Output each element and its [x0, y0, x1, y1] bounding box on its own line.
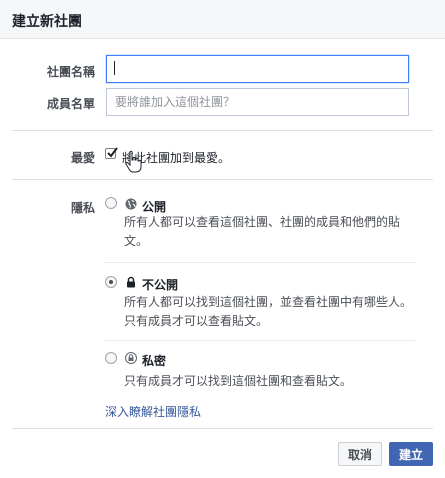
- footer-divider: [12, 428, 433, 429]
- check-icon: [107, 147, 118, 158]
- option-desc-public: 所有人都可以查看這個社團、社團的成員和他們的貼文。: [124, 215, 401, 248]
- members-label: 成員名單: [46, 97, 95, 111]
- favorite-checkbox[interactable]: [105, 147, 118, 159]
- create-button[interactable]: 建立: [389, 442, 433, 466]
- secret-lock-icon: [125, 352, 137, 364]
- dialog-header: 建立新社團: [0, 0, 445, 39]
- section-divider: [12, 179, 433, 180]
- option-desc-closed: 所有人都可以找到這個社團，並查看社團中有哪些人。只有成員才可以查看貼文。: [124, 295, 413, 328]
- option-divider: [105, 340, 415, 341]
- globe-icon: [125, 198, 137, 210]
- members-input[interactable]: [106, 88, 409, 116]
- dialog-title: 建立新社團: [12, 14, 82, 30]
- radio-closed[interactable]: [105, 276, 117, 288]
- section-divider: [12, 130, 433, 131]
- learn-privacy-link[interactable]: 深入瞭解社團隱私: [105, 403, 201, 420]
- favorite-label: 最愛: [70, 151, 95, 165]
- option-title-closed: 不公開: [142, 278, 179, 292]
- radio-secret[interactable]: [105, 352, 117, 364]
- radio-public[interactable]: [105, 197, 117, 209]
- option-divider: [105, 262, 415, 263]
- text-caret: [114, 61, 115, 75]
- lock-icon: [127, 276, 135, 288]
- group-name-label: 社團名稱: [46, 65, 95, 79]
- hand-cursor-icon: [125, 150, 142, 173]
- option-desc-secret: 只有成員才可以找到這個社團和查看貼文。: [124, 374, 353, 388]
- option-title-secret: 私密: [142, 354, 167, 368]
- cancel-button[interactable]: 取消: [338, 442, 382, 466]
- privacy-label: 隱私: [70, 201, 95, 215]
- group-name-input[interactable]: [106, 55, 409, 83]
